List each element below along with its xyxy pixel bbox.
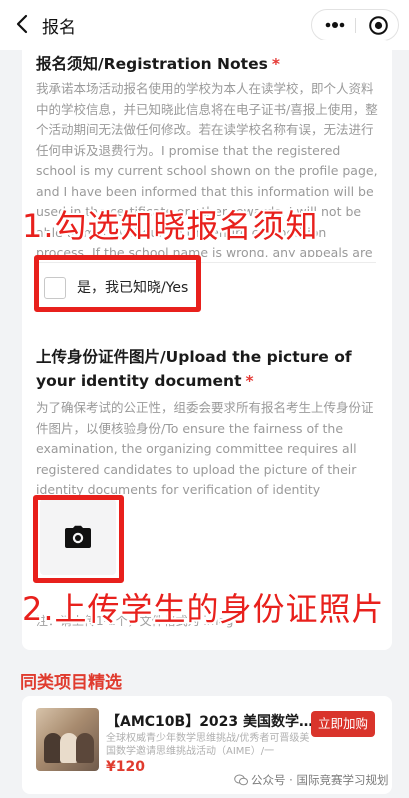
watermark: 公众号 · 国际竞赛学习规划 bbox=[234, 772, 388, 788]
upload-id-title: 上传身份证件图片/Upload the picture of your iden… bbox=[36, 345, 376, 393]
annotation-step-2: 2.上传学生的身份证照片 bbox=[22, 590, 385, 628]
upload-id-title-text: 上传身份证件图片/Upload the picture of your iden… bbox=[36, 348, 352, 390]
similar-items-title: 同类项目精选 bbox=[20, 673, 122, 693]
back-arrow-icon[interactable] bbox=[10, 10, 36, 38]
wechat-icon bbox=[234, 774, 248, 786]
annotation-step-1: 1.勾选知晓报名须知 bbox=[22, 207, 319, 245]
registration-notes-title-text: 报名须知/Registration Notes bbox=[36, 55, 268, 73]
product-thumbnail bbox=[36, 708, 99, 771]
product-name: 【AMC10B】2023 美国数学竞赛 bbox=[106, 714, 324, 730]
annotation-highlight-checkbox bbox=[34, 255, 201, 312]
close-mini-program-icon[interactable] bbox=[368, 15, 389, 36]
required-mark: * bbox=[245, 372, 254, 390]
more-dots-icon[interactable] bbox=[322, 16, 348, 34]
required-mark: * bbox=[271, 55, 280, 73]
watermark-text: 公众号 · 国际竞赛学习规划 bbox=[251, 773, 389, 787]
product-description: 全球权威青少年数学思维挑战/优秀者可晋级美国数学邀请思维挑战活动（AIME）/一 bbox=[106, 733, 310, 757]
capsule-divider bbox=[355, 18, 356, 33]
registration-notes-title: 报名须知/Registration Notes * bbox=[36, 52, 280, 76]
page-title: 报名 bbox=[42, 18, 76, 38]
add-to-cart-button[interactable]: 立即加购 bbox=[311, 711, 375, 737]
upload-id-description: 为了确保考试的公正性，组委会要求所有报名考生上传身份证件图片，以便核验身份/To… bbox=[36, 400, 374, 497]
annotation-highlight-upload bbox=[33, 495, 124, 583]
mini-program-capsule bbox=[311, 9, 399, 41]
product-price: ¥120 bbox=[106, 759, 145, 775]
